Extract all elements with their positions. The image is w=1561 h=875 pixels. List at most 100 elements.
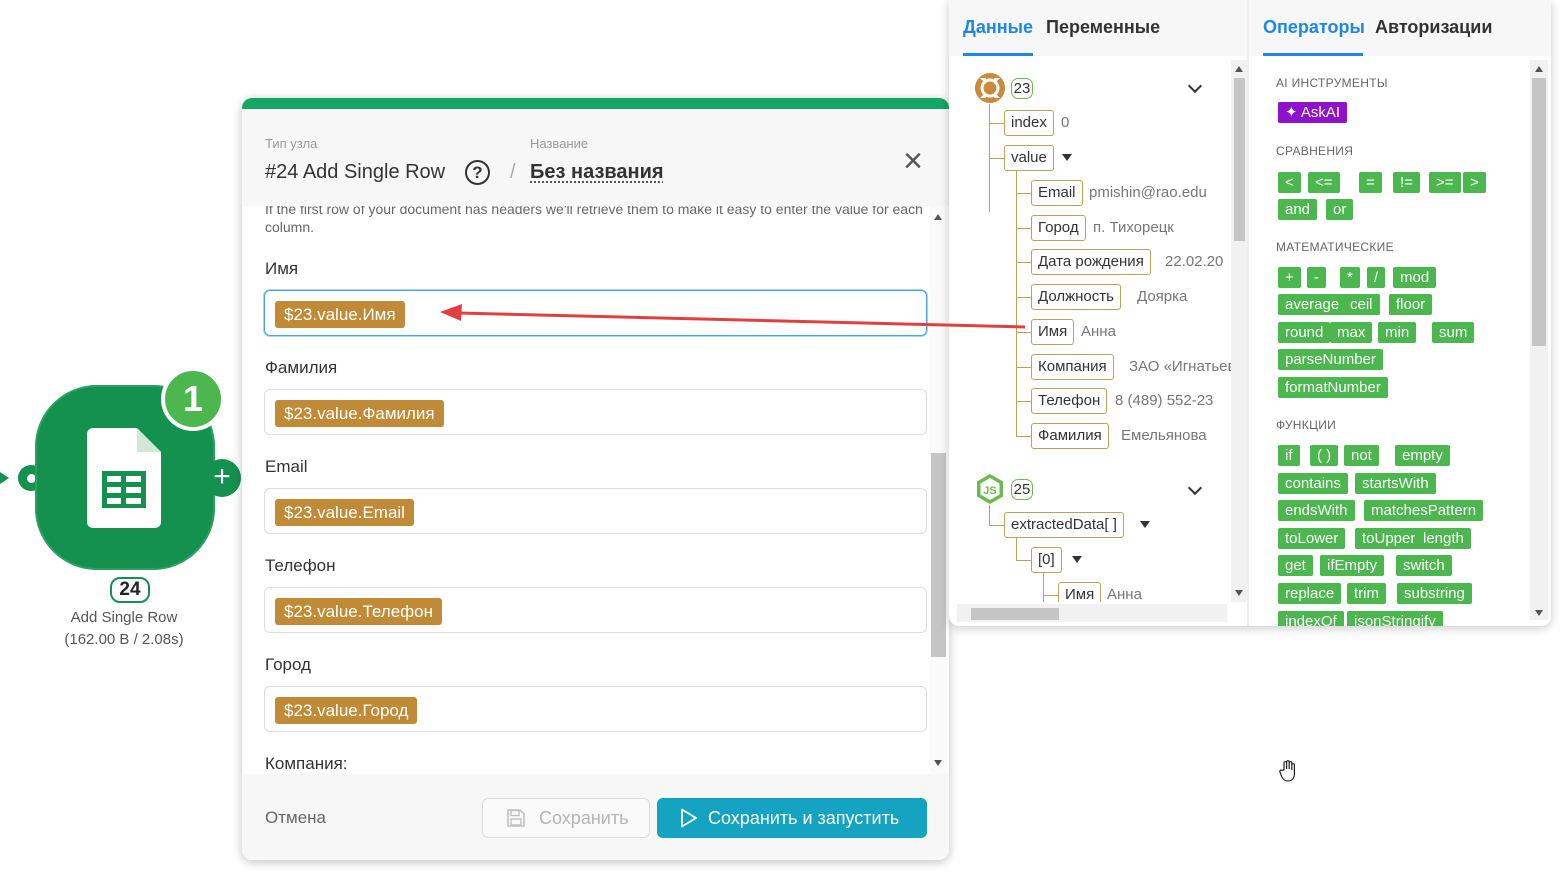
name-field[interactable]: $23.value.Имя [264,290,927,336]
op-chip[interactable]: > [1463,172,1486,193]
node-25-badge[interactable]: 25 [1011,479,1033,500]
scroll-down-arrow[interactable] [1235,590,1243,596]
scroll-down-arrow[interactable] [934,760,942,766]
tree-key-5[interactable]: Имя [1031,318,1075,345]
op-chip[interactable]: empty [1395,445,1450,466]
variable-pill[interactable]: $23.value.Фамилия [275,400,444,427]
tree-key-6[interactable]: Компания [1031,353,1114,380]
expand-triangle-icon[interactable] [1140,521,1150,528]
tree-value-4: Доярка [1137,288,1188,306]
op-chip[interactable]: switch [1396,555,1452,576]
variable-pill[interactable]: $23.value.Телефон [275,598,442,625]
op-chip[interactable]: round [1278,322,1331,343]
tab-variables[interactable]: Переменные [1046,17,1160,38]
op-chip[interactable]: / [1367,267,1386,288]
cancel-button[interactable]: Отмена [265,808,326,828]
operators-scrollbar-thumb[interactable] [1532,78,1546,346]
form-scrollbar-thumb[interactable] [931,453,946,657]
scroll-down-arrow[interactable] [1535,610,1543,616]
tree-key-8[interactable]: Фамилия [1031,422,1109,449]
tree-horizontal-scrollbar-thumb[interactable] [971,608,1059,620]
op-chip[interactable]: >= [1429,172,1461,193]
op-chip[interactable]: != [1393,172,1420,193]
op-chip[interactable]: ceil [1343,294,1380,315]
tree-key-7[interactable]: Телефон [1031,388,1108,415]
op-chip[interactable]: average [1278,294,1347,315]
op-chip[interactable]: toUpper [1355,528,1423,549]
tree-key-2[interactable]: Город [1031,214,1086,241]
op-chip[interactable]: ( ) [1310,445,1339,466]
floppy-disk-icon [507,809,525,827]
op-chip[interactable]: startsWith [1355,473,1436,494]
scroll-up-arrow[interactable] [1235,66,1243,72]
expand-triangle-icon[interactable] [1062,154,1072,161]
chevron-down-icon[interactable] [1187,78,1203,94]
close-button[interactable]: × [900,144,926,178]
scroll-up-arrow[interactable] [1535,66,1543,72]
op-chip[interactable]: toLower [1278,528,1346,549]
op-chip[interactable]: if [1278,445,1300,466]
expand-triangle-icon[interactable] [1072,556,1082,563]
tree-key-index-0[interactable]: [0] [1031,547,1062,573]
tree-key-1[interactable]: Email [1031,180,1083,206]
op-chip[interactable]: get [1278,555,1313,576]
op-chip[interactable]: - [1307,267,1326,288]
variable-pill[interactable]: $23.value.Город [275,697,418,724]
tree-value-2: п. Тихорецк [1093,218,1174,236]
email-field[interactable]: $23.value.Email [264,488,927,534]
scroll-up-arrow[interactable] [934,214,942,220]
tree-key-3[interactable]: Дата рождения [1031,249,1151,276]
node-name: Add Single Row [70,609,178,626]
variable-pill[interactable]: $23.value.Email [275,499,414,526]
tab-authorizations[interactable]: Авторизации [1375,17,1492,38]
tab-data[interactable]: Данные [963,17,1033,38]
op-chip[interactable]: < [1278,172,1301,193]
op-chip[interactable]: floor [1389,294,1433,315]
op-chip[interactable]: formatNumber [1278,377,1388,398]
tree-key-index[interactable]: index [1004,110,1054,136]
play-icon [681,808,697,828]
op-chip[interactable]: = [1359,172,1382,193]
op-chip[interactable]: min [1378,322,1417,343]
phone-field[interactable]: $23.value.Телефон [264,587,927,633]
op-chip[interactable]: ifEmpty [1320,555,1385,576]
dialog-accent-bar [242,98,949,109]
tree-key-4[interactable]: Должность [1031,284,1121,311]
node-name-editable[interactable]: Без названия [530,161,664,184]
operators-list: AI ИНСТРУМЕНТЫ ✦ AskAI СРАВНЕНИЯ < <= = != >… [1249,56,1531,626]
op-chip[interactable]: * [1340,267,1360,288]
tree-key-value[interactable]: value [1004,145,1054,171]
tree-vertical-scrollbar-thumb[interactable] [1234,78,1245,241]
field-label-email: Email [265,457,308,476]
op-chip[interactable]: indexOf [1278,611,1344,626]
surname-field[interactable]: $23.value.Фамилия [264,389,927,435]
tab-operators[interactable]: Операторы [1263,17,1365,38]
op-chip[interactable]: mod [1393,267,1437,288]
variable-pill[interactable]: $23.value.Имя [275,301,405,328]
tree-key-extracted-data[interactable]: extractedData[ ] [1004,512,1124,538]
op-chip[interactable]: length [1416,528,1471,549]
op-askai[interactable]: ✦ AskAI [1278,102,1348,123]
help-icon[interactable]: ? [465,160,490,185]
chevron-down-icon[interactable] [1187,480,1203,496]
city-field[interactable]: $23.value.Город [264,686,927,732]
op-chip[interactable]: sum [1432,322,1475,343]
op-chip[interactable]: parseNumber [1278,349,1383,370]
op-chip[interactable]: + [1278,267,1301,288]
op-chip[interactable]: not [1344,445,1379,466]
op-chip[interactable]: endsWith [1278,500,1355,521]
op-chip[interactable]: substring [1397,583,1472,604]
op-chip[interactable]: <= [1308,172,1340,193]
op-chip[interactable]: matchesPattern [1364,500,1484,521]
op-chip[interactable]: max [1330,322,1373,343]
node-23-badge[interactable]: 23 [1011,78,1033,99]
add-node-port[interactable]: + [203,459,241,497]
op-chip[interactable]: jsonStringify [1347,611,1443,626]
tree-key-name[interactable]: Имя [1058,582,1102,602]
field-label-name: Имя [265,259,299,278]
op-chip[interactable]: contains [1278,473,1348,494]
op-chip[interactable]: replace [1278,583,1342,604]
op-chip[interactable]: trim [1347,583,1386,604]
op-chip[interactable]: and [1278,199,1318,220]
op-chip[interactable]: or [1326,199,1354,220]
